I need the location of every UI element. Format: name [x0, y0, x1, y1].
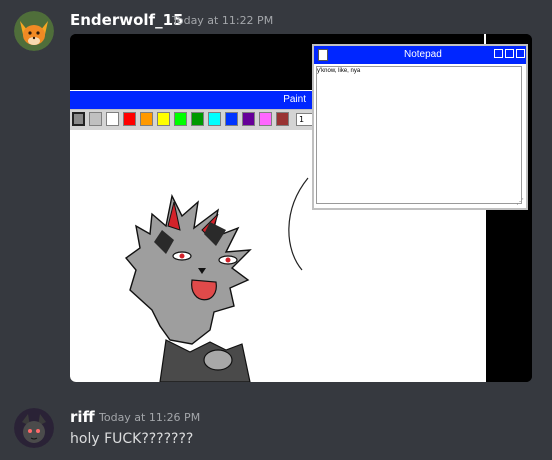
image-attachment[interactable]: Paint 1 Notepad y'know, like, nya ⋰ — [70, 34, 532, 382]
palette-swatch — [106, 112, 119, 126]
palette-swatch — [174, 112, 187, 126]
minimize-icon[interactable] — [494, 49, 503, 58]
avatar[interactable] — [14, 11, 54, 51]
fox-avatar-icon — [14, 11, 54, 51]
palette-swatch — [89, 112, 102, 126]
timestamp: Today at 11:26 PM — [99, 411, 201, 424]
palette-swatch — [140, 112, 153, 126]
maximize-icon[interactable] — [505, 49, 514, 58]
close-icon[interactable] — [516, 49, 525, 58]
paint-titlebar: Paint — [70, 90, 314, 110]
palette-swatch — [208, 112, 221, 126]
avatar[interactable] — [14, 408, 54, 448]
palette-swatch — [157, 112, 170, 126]
palette-swatch — [123, 112, 136, 126]
paint-title: Paint — [283, 94, 306, 105]
resize-grip-icon[interactable]: ⋰ — [516, 197, 524, 206]
notepad-textarea[interactable] — [316, 66, 522, 204]
notepad-icon — [318, 49, 328, 61]
notepad-text: y'know, like, nya — [317, 68, 361, 74]
notepad-window[interactable]: Notepad y'know, like, nya ⋰ — [312, 44, 528, 210]
palette-swatch — [276, 112, 289, 126]
palette-swatch — [191, 112, 204, 126]
palette-swatch-selected — [72, 112, 85, 126]
username[interactable]: riff — [70, 408, 95, 426]
dark-cat-avatar-icon — [14, 408, 54, 448]
username[interactable]: Enderwolf_15 — [70, 11, 183, 29]
message-2: riff Today at 11:26 PM holy FUCK??????? — [0, 390, 552, 460]
notepad-titlebar[interactable]: Notepad — [314, 46, 526, 64]
message-1: Enderwolf_15 Today at 11:22 PM Paint 1 N… — [0, 0, 552, 390]
notepad-title: Notepad — [404, 49, 442, 60]
message-text: holy FUCK??????? — [70, 431, 194, 447]
palette-swatch — [225, 112, 238, 126]
palette-swatch — [259, 112, 272, 126]
paint-palette: 1 — [70, 110, 314, 130]
timestamp: Today at 11:22 PM — [172, 14, 274, 27]
palette-swatch — [242, 112, 255, 126]
